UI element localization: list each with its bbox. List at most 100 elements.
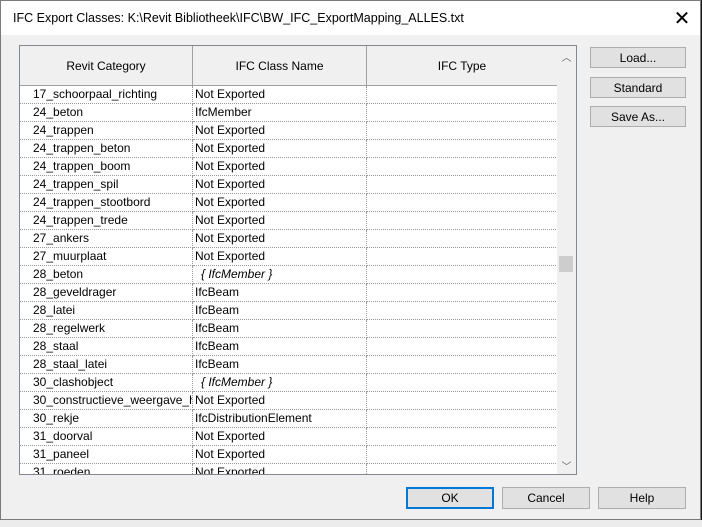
ifc-type-cell[interactable] [367,86,558,104]
ifc-type-cell[interactable] [367,230,558,248]
ifc-class-name-cell[interactable]: Not Exported [193,212,367,230]
table-row[interactable]: 28_staal_latei IfcBeam [20,356,558,374]
ok-button[interactable]: OK [406,487,494,509]
revit-category-cell[interactable]: 24_trappen_boom [20,158,193,176]
revit-category-cell[interactable]: 28_geveldrager [20,284,193,302]
revit-category-cell[interactable]: 27_ankers [20,230,193,248]
ifc-class-name-cell[interactable]: Not Exported [193,446,367,464]
table-row[interactable]: 28_latei IfcBeam [20,302,558,320]
revit-category-cell[interactable]: 24_trappen [20,122,193,140]
revit-category-cell[interactable]: 28_latei [20,302,193,320]
ifc-class-name-cell[interactable]: IfcDistributionElement [193,410,367,428]
ifc-class-name-cell[interactable]: { IfcMember } [193,266,367,284]
ifc-class-name-cell[interactable]: IfcBeam [193,284,367,302]
table-row[interactable]: 17_schoorpaal_richting Not Exported [20,86,558,104]
ifc-class-name-cell[interactable]: IfcMember [193,104,367,122]
ifc-type-cell[interactable] [367,266,558,284]
column-header-revit-category[interactable]: Revit Category [20,46,193,86]
table-row[interactable]: 28_regelwerk IfcBeam [20,320,558,338]
revit-category-cell[interactable]: 31_roeden [20,464,193,474]
ifc-class-name-cell[interactable]: Not Exported [193,428,367,446]
ifc-type-cell[interactable] [367,302,558,320]
revit-category-cell[interactable]: 28_regelwerk [20,320,193,338]
revit-category-cell[interactable]: 24_trappen_beton [20,140,193,158]
standard-button[interactable]: Standard [590,77,686,98]
revit-category-cell[interactable]: 31_doorval [20,428,193,446]
ifc-class-name-cell[interactable]: IfcBeam [193,356,367,374]
ifc-type-cell[interactable] [367,104,558,122]
ifc-class-name-cell[interactable]: IfcBeam [193,302,367,320]
ifc-type-cell[interactable] [367,194,558,212]
revit-category-cell[interactable]: 28_staal [20,338,193,356]
ifc-type-cell[interactable] [367,356,558,374]
revit-category-cell[interactable]: 17_schoorpaal_richting [20,86,193,104]
ifc-type-cell[interactable] [367,392,558,410]
table-row[interactable]: 24_trappen Not Exported [20,122,558,140]
scroll-up-button[interactable]: ︿ [557,48,576,65]
revit-category-cell[interactable]: 28_beton [20,266,193,284]
table-row[interactable]: 30_clashobject{ IfcMember } [20,374,558,392]
ifc-class-name-cell[interactable]: Not Exported [193,464,367,474]
table-row[interactable]: 28_geveldrager IfcBeam [20,284,558,302]
ifc-type-cell[interactable] [367,446,558,464]
ifc-type-cell[interactable] [367,428,558,446]
table-row[interactable]: 28_beton{ IfcMember } [20,266,558,284]
table-row[interactable]: 24_trappen_boom Not Exported [20,158,558,176]
ifc-class-name-cell[interactable]: IfcBeam [193,320,367,338]
ifc-type-cell[interactable] [367,212,558,230]
ifc-type-cell[interactable] [367,464,558,474]
help-button[interactable]: Help [598,487,686,509]
ifc-class-name-cell[interactable]: Not Exported [193,392,367,410]
ifc-type-cell[interactable] [367,248,558,266]
revit-category-cell[interactable]: 30_clashobject [20,374,193,392]
table-row[interactable]: 24_trappen_stootbord Not Exported [20,194,558,212]
revit-category-cell[interactable]: 27_muurplaat [20,248,193,266]
vertical-scrollbar[interactable]: ︿ ﹀ [557,46,576,474]
ifc-type-cell[interactable] [367,338,558,356]
table-row[interactable]: 31_paneel Not Exported [20,446,558,464]
table-row[interactable]: 27_muurplaat Not Exported [20,248,558,266]
table-row[interactable]: 28_staal IfcBeam [20,338,558,356]
ifc-type-cell[interactable] [367,374,558,392]
close-button[interactable]: ✕ [668,5,696,31]
revit-category-cell[interactable]: 28_staal_latei [20,356,193,374]
ifc-class-name-cell[interactable]: { IfcMember } [193,374,367,392]
revit-category-cell[interactable]: 24_trappen_stootbord [20,194,193,212]
column-header-ifc-type[interactable]: IFC Type [367,46,558,86]
ifc-class-name-cell[interactable]: Not Exported [193,140,367,158]
revit-category-cell[interactable]: 30_rekje [20,410,193,428]
ifc-class-name-cell[interactable]: IfcBeam [193,338,367,356]
cancel-button[interactable]: Cancel [502,487,590,509]
table-row[interactable]: 27_ankers Not Exported [20,230,558,248]
table-row[interactable]: 31_doorval Not Exported [20,428,558,446]
column-header-ifc-class-name[interactable]: IFC Class Name [193,46,367,86]
ifc-type-cell[interactable] [367,176,558,194]
revit-category-cell[interactable]: 24_beton [20,104,193,122]
mapping-table[interactable]: Revit Category IFC Class Name IFC Type 1… [19,45,577,475]
table-row[interactable]: 30_constructieve_weergave_hi Not Exported [20,392,558,410]
ifc-type-cell[interactable] [367,140,558,158]
ifc-class-name-cell[interactable]: Not Exported [193,248,367,266]
ifc-class-name-cell[interactable]: Not Exported [193,86,367,104]
revit-category-cell[interactable]: 31_paneel [20,446,193,464]
table-row[interactable]: 24_beton IfcMember [20,104,558,122]
save-as-button[interactable]: Save As... [590,106,686,127]
load-button[interactable]: Load... [590,47,686,68]
ifc-class-name-cell[interactable]: Not Exported [193,194,367,212]
ifc-type-cell[interactable] [367,122,558,140]
ifc-type-cell[interactable] [367,158,558,176]
table-row[interactable]: 24_trappen_beton Not Exported [20,140,558,158]
ifc-type-cell[interactable] [367,410,558,428]
ifc-class-name-cell[interactable]: Not Exported [193,122,367,140]
ifc-type-cell[interactable] [367,320,558,338]
ifc-class-name-cell[interactable]: Not Exported [193,176,367,194]
revit-category-cell[interactable]: 24_trappen_trede [20,212,193,230]
ifc-class-name-cell[interactable]: Not Exported [193,230,367,248]
revit-category-cell[interactable]: 30_constructieve_weergave_hi [20,392,193,410]
table-row[interactable]: 24_trappen_spil Not Exported [20,176,558,194]
ifc-type-cell[interactable] [367,284,558,302]
table-row[interactable]: 31_roeden Not Exported [20,464,558,474]
scroll-down-button[interactable]: ﹀ [557,457,576,474]
scrollbar-thumb[interactable] [559,256,573,272]
table-row[interactable]: 24_trappen_trede Not Exported [20,212,558,230]
